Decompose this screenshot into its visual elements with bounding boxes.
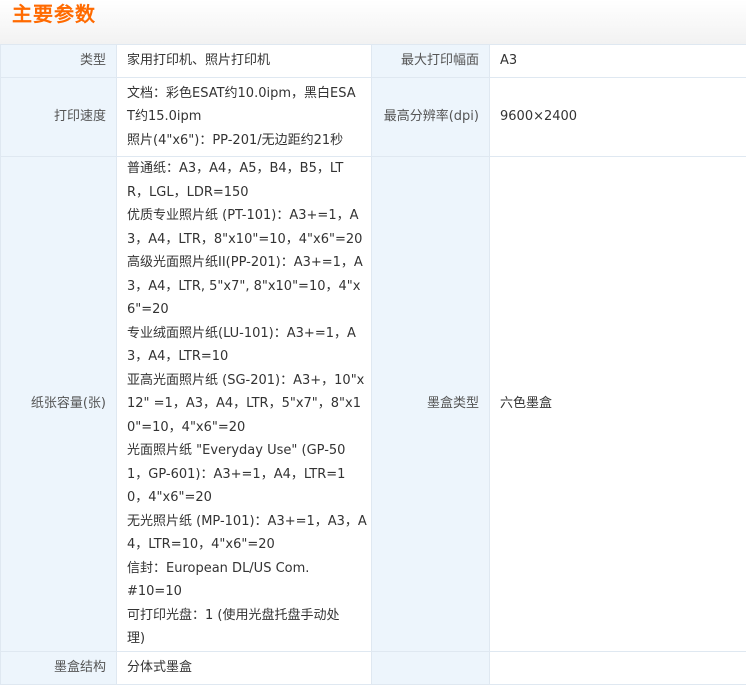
param-value: A3 xyxy=(490,45,746,78)
table-row: 打印速度 文档：彩色ESAT约10.0ipm，黑白ESA T约15.0ipm 照… xyxy=(1,78,746,157)
table-row: 类型 家用打印机、照片打印机 最大打印幅面 A3 xyxy=(1,45,746,78)
param-value-line: 分体式墨盒 xyxy=(127,656,367,680)
param-value xyxy=(490,651,746,684)
param-value-line: 无光照片纸 (MP-101)：A3+=1，A3，A xyxy=(127,510,367,534)
param-value-line: 3，A4，LTR，8"x10"=10，4"x6"=20 xyxy=(127,228,367,252)
param-value: 六色墨盒 xyxy=(490,157,746,652)
param-value-line: T约15.0ipm xyxy=(127,105,367,129)
section-header: 主要参数 xyxy=(0,0,746,45)
param-value-line: 家用打印机、照片打印机 xyxy=(127,49,367,73)
param-label: 最大打印幅面 xyxy=(372,45,490,78)
param-value: 普通纸：A3，A4，A5，B4，B5，LT R，LGL，LDR=150 优质专业… xyxy=(117,157,372,652)
param-value-line: 光面照片纸 "Everyday Use" (GP-50 xyxy=(127,439,367,463)
param-label: 墨盒类型 xyxy=(372,157,490,652)
param-value-line: 普通纸：A3，A4，A5，B4，B5，LT xyxy=(127,157,367,181)
param-value-line: 文档：彩色ESAT约10.0ipm，黑白ESA xyxy=(127,82,367,106)
param-label: 纸张容量(张) xyxy=(1,157,117,652)
param-value-line: 高级光面照片纸II(PP-201)：A3+=1，A xyxy=(127,251,367,275)
param-value-line: 6"=20 xyxy=(127,298,367,322)
param-value-line: 1，GP-601)：A3+=1，A4，LTR=1 xyxy=(127,463,367,487)
table-row: 墨盒结构 分体式墨盒 xyxy=(1,651,746,684)
param-value-line: 可打印光盘：1 (使用光盘托盘手动处 xyxy=(127,604,367,628)
param-value-line: 信封：European DL/US Com. #10=10 xyxy=(127,557,367,604)
param-value-line: 0，4"x6"=20 xyxy=(127,486,367,510)
param-value-line: 3，A4，LTR=10 xyxy=(127,345,367,369)
param-value-line: 专业绒面照片纸(LU-101)：A3+=1，A xyxy=(127,322,367,346)
table-row: 纸张容量(张) 普通纸：A3，A4，A5，B4，B5，LT R，LGL，LDR=… xyxy=(1,157,746,652)
param-value-line: 4，LTR=10，4"x6"=20 xyxy=(127,533,367,557)
params-table: 类型 家用打印机、照片打印机 最大打印幅面 A3 打印速度 文档：彩色ESAT约… xyxy=(0,44,746,685)
param-label: 墨盒结构 xyxy=(1,651,117,684)
param-value: 文档：彩色ESAT约10.0ipm，黑白ESA T约15.0ipm 照片(4"x… xyxy=(117,78,372,157)
param-value: 分体式墨盒 xyxy=(117,651,372,684)
param-value-line: 12" =1，A3，A4，LTR，5"x7"，8"x1 xyxy=(127,392,367,416)
param-value-line: 3，A4，LTR, 5"x7", 8"x10"=10，4"x xyxy=(127,275,367,299)
param-label: 最高分辨率(dpi) xyxy=(372,78,490,157)
param-value-line: 照片(4"x6")：PP-201/无边距约21秒 xyxy=(127,129,367,153)
param-value: 家用打印机、照片打印机 xyxy=(117,45,372,78)
param-value-line: 亚高光面照片纸 (SG-201)：A3+，10"x xyxy=(127,369,367,393)
param-value-line: 0"=10，4"x6"=20 xyxy=(127,416,367,440)
param-value-line: R，LGL，LDR=150 xyxy=(127,181,367,205)
param-value: 9600×2400 xyxy=(490,78,746,157)
param-label: 打印速度 xyxy=(1,78,117,157)
param-value-line: 理) xyxy=(127,627,367,651)
param-value-line: 优质专业照片纸 (PT-101)：A3+=1，A xyxy=(127,204,367,228)
section-title: 主要参数 xyxy=(12,0,96,28)
param-label xyxy=(372,651,490,684)
param-label: 类型 xyxy=(1,45,117,78)
